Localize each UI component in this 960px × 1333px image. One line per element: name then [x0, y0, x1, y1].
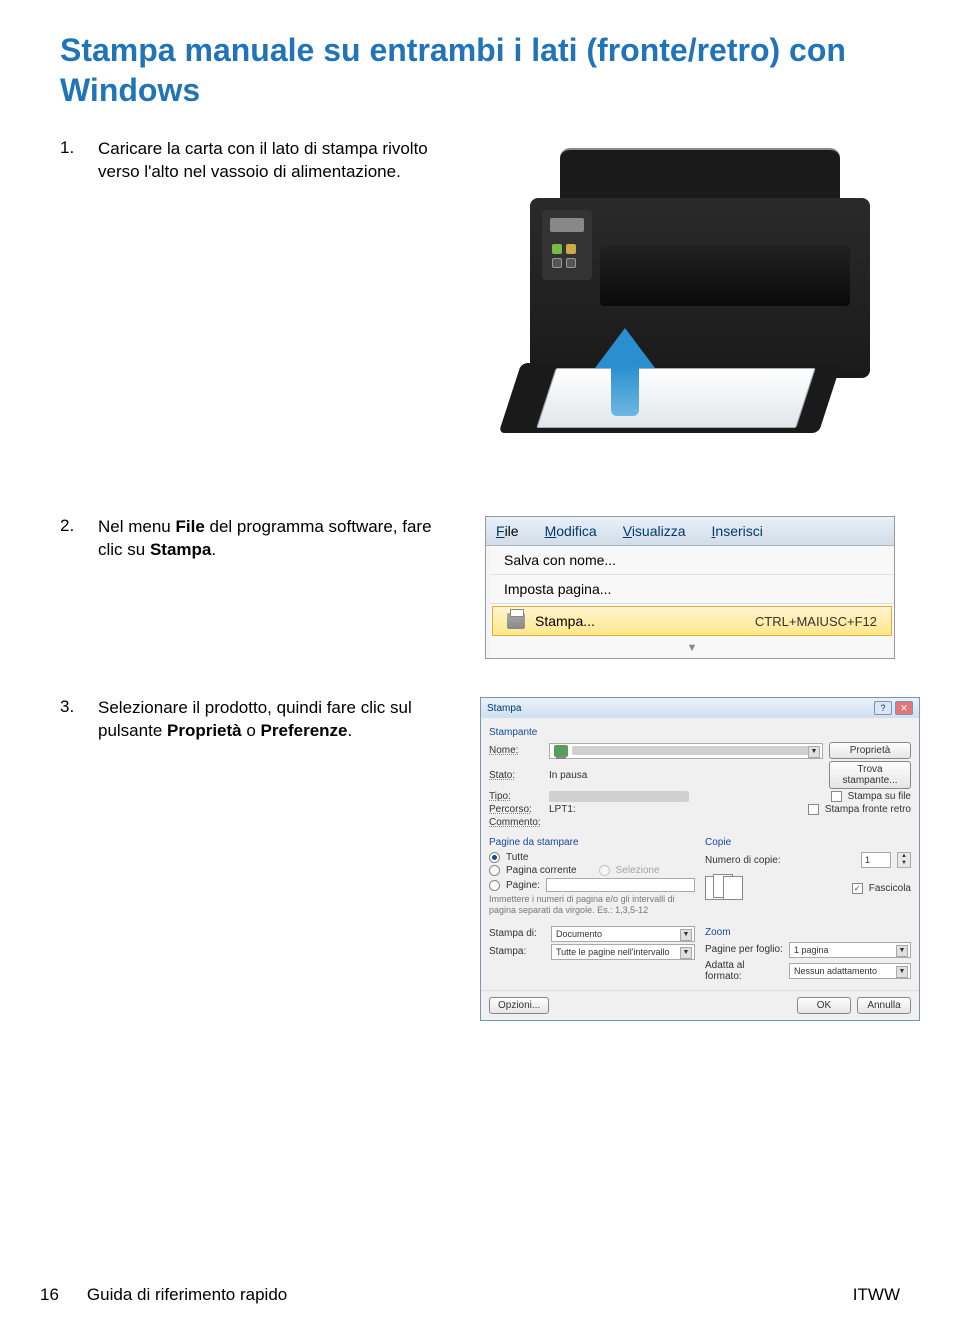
- step-3: 3. Selezionare il prodotto, quindi fare …: [60, 697, 900, 1021]
- trova-stampante-button[interactable]: Trova stampante...: [829, 761, 911, 789]
- radio-corrente[interactable]: [489, 865, 500, 876]
- pagine-input[interactable]: [546, 878, 695, 892]
- radio-selezione[interactable]: [599, 865, 610, 876]
- page-number: 16: [40, 1285, 59, 1305]
- shortcut-label: CTRL+MAIUSC+F12: [755, 614, 877, 629]
- menu-item-imposta[interactable]: Imposta pagina...: [490, 575, 894, 604]
- collate-icon: [705, 874, 745, 902]
- fascicola-checkbox[interactable]: ✓: [852, 883, 863, 894]
- printer-illustration: [500, 138, 880, 478]
- step-2: 2. Nel menu File del programma software,…: [60, 516, 900, 659]
- menu-item-stampa[interactable]: Stampa... CTRL+MAIUSC+F12: [492, 606, 892, 636]
- step-number: 1.: [60, 138, 80, 478]
- print-dialog: Stampa ? ✕ Stampante Nome: ▼ Proprietà: [480, 697, 920, 1021]
- pagine-per-foglio-select[interactable]: 1 pagina▼: [789, 942, 911, 958]
- menu-modifica[interactable]: Modifica: [545, 523, 597, 539]
- step-number: 2.: [60, 516, 80, 659]
- menu-inserisci[interactable]: Inserisci: [712, 523, 763, 539]
- doc-title: Guida di riferimento rapido: [87, 1285, 287, 1305]
- printer-icon: [554, 745, 568, 757]
- close-button[interactable]: ✕: [895, 701, 913, 715]
- step-text: Selezionare il prodotto, quindi fare cli…: [98, 697, 440, 1021]
- menu-file[interactable]: FFileile: [496, 523, 519, 539]
- stampa-range-select[interactable]: Tutte le pagine nell'intervallo▼: [551, 944, 695, 960]
- radio-tutte[interactable]: [489, 852, 500, 863]
- opzioni-button[interactable]: Opzioni...: [489, 997, 549, 1014]
- menubar: FFileile Modifica Visualizza Inserisci: [486, 517, 894, 546]
- ok-button[interactable]: OK: [797, 997, 851, 1014]
- page-title: Stampa manuale su entrambi i lati (front…: [60, 30, 900, 110]
- proprieta-button[interactable]: Proprietà: [829, 742, 911, 759]
- copies-spinner[interactable]: ▲▼: [897, 852, 911, 868]
- fronte-retro-checkbox[interactable]: [808, 804, 819, 815]
- menu-expand-icon[interactable]: ▼: [490, 638, 894, 658]
- page-footer: 16 Guida di riferimento rapido ITWW: [40, 1285, 900, 1305]
- step-text: Caricare la carta con il lato di stampa …: [98, 138, 440, 478]
- adatta-formato-select[interactable]: Nessun adattamento▼: [789, 963, 911, 979]
- radio-pagine[interactable]: [489, 880, 500, 891]
- step-1: 1. Caricare la carta con il lato di stam…: [60, 138, 900, 478]
- footer-code: ITWW: [853, 1285, 900, 1305]
- menu-visualizza[interactable]: Visualizza: [623, 523, 686, 539]
- copies-input[interactable]: 1: [861, 852, 891, 868]
- stampa-su-file-checkbox[interactable]: [831, 791, 842, 802]
- menu-item-salva[interactable]: Salva con nome...: [490, 546, 894, 575]
- printer-select[interactable]: ▼: [549, 743, 823, 759]
- stampa-di-select[interactable]: Documento▼: [551, 926, 695, 942]
- print-icon: [507, 613, 525, 629]
- annulla-button[interactable]: Annulla: [857, 997, 911, 1014]
- arrow-up-icon: [590, 328, 660, 418]
- step-text: Nel menu File del programma software, fa…: [98, 516, 440, 659]
- group-printer: Stampante: [489, 727, 911, 738]
- help-button[interactable]: ?: [874, 701, 892, 715]
- step-number: 3.: [60, 697, 80, 1021]
- dialog-titlebar: Stampa ? ✕: [481, 698, 919, 718]
- file-menu-screenshot: FFileile Modifica Visualizza Inserisci S…: [485, 516, 895, 659]
